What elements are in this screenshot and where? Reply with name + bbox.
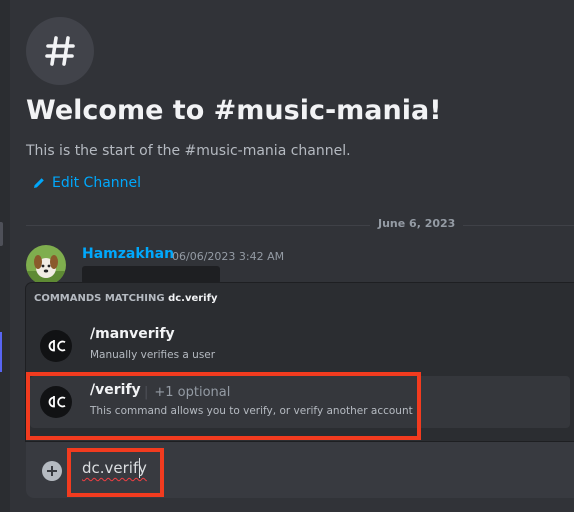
hash-icon <box>45 36 75 66</box>
command-option-manverify[interactable]: /manverify Manually verifies a user <box>30 320 570 372</box>
command-option-verify[interactable]: /verify | +1 optional This command allows… <box>30 376 570 428</box>
composer-input-text[interactable]: dc.verify <box>82 459 147 477</box>
command-description: Manually verifies a user <box>90 349 216 361</box>
left-rail <box>0 0 10 512</box>
command-optional-text: +1 optional <box>154 385 231 400</box>
dc-bot-icon <box>40 330 72 362</box>
date-divider <box>26 225 574 226</box>
dog-avatar-image <box>26 245 66 285</box>
message-author[interactable]: Hamzakhan <box>82 246 174 262</box>
message-composer[interactable]: dc.verify <box>26 442 574 498</box>
autocomplete-header-prefix: COMMANDS MATCHING <box>34 293 165 304</box>
plus-circle-icon[interactable] <box>42 461 62 481</box>
date-divider-label: June 6, 2023 <box>370 217 464 230</box>
autocomplete-header: COMMANDS MATCHING dc.verify <box>34 293 217 304</box>
autocomplete-header-query: dc.verify <box>168 293 218 304</box>
command-autocomplete-popup: COMMANDS MATCHING dc.verify /manverify M… <box>26 283 574 441</box>
edit-channel-link[interactable]: Edit Channel <box>32 175 141 191</box>
user-avatar[interactable] <box>26 245 66 285</box>
dc-bot-icon <box>40 386 72 418</box>
channel-hash-avatar <box>26 17 94 85</box>
welcome-subtitle: This is the start of the #music-mania ch… <box>26 143 351 159</box>
message-content-redacted <box>82 266 220 284</box>
pencil-icon <box>34 178 44 188</box>
command-name: /verify <box>90 382 141 398</box>
command-name: /manverify <box>90 326 175 342</box>
command-optional-badge: | +1 optional <box>144 385 231 400</box>
command-description: This command allows you to verify, or ve… <box>90 405 413 417</box>
welcome-title: Welcome to #music-mania! <box>26 95 442 126</box>
rail-active-indicator <box>0 332 2 372</box>
text-caret <box>139 458 140 478</box>
message-timestamp: 06/06/2023 3:42 AM <box>172 250 285 263</box>
edit-channel-label: Edit Channel <box>52 175 142 191</box>
rail-indicator <box>0 222 3 246</box>
